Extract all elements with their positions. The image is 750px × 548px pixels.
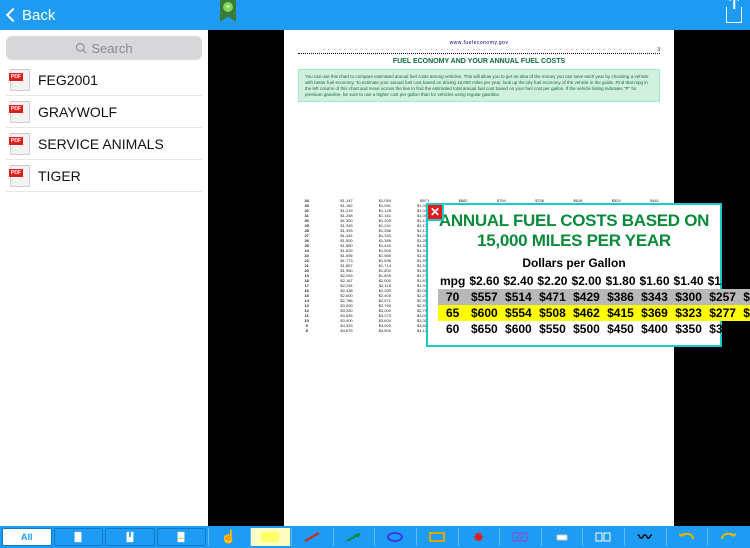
bottom-toolbar: All ☝ ✸ 〰 xyxy=(0,526,750,548)
pdf-icon xyxy=(10,133,30,155)
zoom-overlay: ✕ ANNUAL FUEL COSTS BASED ON 15,000 MILE… xyxy=(426,203,722,347)
page-url: www.fueleconomy.gov ....................… xyxy=(298,40,660,52)
doc-item[interactable]: FEG2001 xyxy=(6,64,202,96)
tool-highlight[interactable] xyxy=(250,528,291,546)
sidebar: Search FEG2001 GRAYWOLF SERVICE ANIMALS TIG… xyxy=(0,30,208,526)
doc-item[interactable]: TIGER xyxy=(6,160,202,192)
overlay-table: mpg$2.60$2.40$2.20$2.00$1.80$1.60$1.40$1… xyxy=(438,273,750,337)
tool-arrow[interactable] xyxy=(333,528,374,546)
tool-ellipse[interactable] xyxy=(374,528,415,546)
pdf-icon xyxy=(10,101,30,123)
doc-label: FEG2001 xyxy=(38,72,98,88)
document-viewer[interactable]: www.fueleconomy.gov ....................… xyxy=(208,30,750,526)
tool-freehand[interactable]: 〰 xyxy=(624,528,665,546)
back-label: Back xyxy=(22,7,55,24)
search-icon xyxy=(75,42,87,54)
filter-page-button[interactable] xyxy=(54,528,104,546)
overlay-subtitle: Dollars per Gallon xyxy=(438,256,710,270)
tool-redo[interactable] xyxy=(707,528,748,546)
tool-rect[interactable] xyxy=(416,528,457,546)
page-number: 3 xyxy=(657,47,660,53)
main-area: Search FEG2001 GRAYWOLF SERVICE ANIMALS TIG… xyxy=(0,30,750,526)
tool-pointer[interactable]: ☝ xyxy=(208,528,249,546)
tool-eraser[interactable] xyxy=(541,528,582,546)
doc-label: TIGER xyxy=(38,168,81,184)
tool-undo[interactable] xyxy=(666,528,707,546)
top-toolbar: Back + xyxy=(0,0,750,30)
tool-columns[interactable] xyxy=(582,528,623,546)
bookmark-add-icon[interactable]: + xyxy=(218,0,238,22)
pdf-icon xyxy=(10,69,30,91)
tool-stamp[interactable]: ✸ xyxy=(458,528,499,546)
page-title: FUEL ECONOMY AND YOUR ANNUAL FUEL COSTS xyxy=(298,58,660,65)
pdf-icon xyxy=(10,165,30,187)
tool-line[interactable] xyxy=(291,528,332,546)
share-icon[interactable] xyxy=(726,7,742,23)
chevron-left-icon xyxy=(6,8,20,22)
search-placeholder: Search xyxy=(91,41,132,56)
doc-item[interactable]: GRAYWOLF xyxy=(6,96,202,128)
doc-label: GRAYWOLF xyxy=(38,104,117,120)
filter-annot-button[interactable] xyxy=(157,528,207,546)
info-box: You can use this chart to compare estima… xyxy=(298,69,660,102)
close-button[interactable]: ✕ xyxy=(426,203,444,221)
filter-bookmark-button[interactable] xyxy=(105,528,155,546)
back-button[interactable]: Back xyxy=(8,7,55,24)
doc-item[interactable]: SERVICE ANIMALS xyxy=(6,128,202,160)
doc-label: SERVICE ANIMALS xyxy=(38,136,164,152)
overlay-title: ANNUAL FUEL COSTS BASED ON 15,000 MILES … xyxy=(438,211,710,251)
search-input[interactable]: Search xyxy=(6,36,202,60)
tool-hatch[interactable] xyxy=(499,528,540,546)
filter-all-button[interactable]: All xyxy=(2,528,52,546)
